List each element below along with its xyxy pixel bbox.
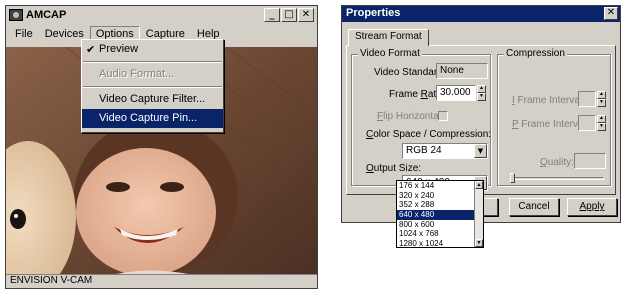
spin-up-icon[interactable]: ▲ bbox=[597, 115, 606, 123]
list-item[interactable]: 320 x 240 bbox=[397, 191, 483, 201]
list-item[interactable]: 176 x 144 bbox=[397, 181, 483, 191]
menu-item-label: Video Capture Pin... bbox=[99, 112, 198, 124]
group-label: Compression bbox=[504, 48, 567, 59]
color-space-label: Color Space / Compression: bbox=[366, 129, 492, 140]
amcap-titlebar[interactable]: AMCAP _ □ ✕ bbox=[6, 6, 317, 25]
color-space-value: RGB 24 bbox=[406, 145, 442, 156]
flip-horizontal-label: Flip Horizontal: bbox=[377, 111, 444, 122]
menu-item-video-capture-pin[interactable]: Video Capture Pin... bbox=[82, 109, 223, 128]
video-format-group: Video Format Video Standard: None Frame … bbox=[351, 48, 492, 191]
options-menu: ✔ Preview Audio Format... Video Capture … bbox=[81, 39, 224, 133]
menu-item-label: Audio Format... bbox=[99, 68, 175, 80]
group-label: Video Format bbox=[358, 48, 422, 59]
i-frame-spinner[interactable]: ▲ ▼ bbox=[597, 91, 606, 107]
camera-icon bbox=[9, 9, 23, 21]
menu-item-video-capture-filter[interactable]: Video Capture Filter... bbox=[82, 90, 223, 109]
quality-value bbox=[574, 153, 606, 169]
output-size-list[interactable]: 176 x 144 320 x 240 352 x 288 640 x 480 800 … bbox=[396, 180, 484, 248]
tab-stream-format[interactable]: Stream Format bbox=[348, 29, 429, 46]
apply-button[interactable]: Apply bbox=[567, 198, 617, 216]
stream-format-panel: Video Format Video Standard: None Frame … bbox=[346, 45, 616, 195]
p-frame-interval-input[interactable] bbox=[578, 115, 596, 131]
list-item[interactable]: 800 x 600 bbox=[397, 220, 483, 230]
flip-horizontal-checkbox[interactable] bbox=[438, 111, 448, 121]
status-bar: ENVISION V-CAM bbox=[6, 274, 317, 288]
spin-down-icon[interactable]: ▼ bbox=[477, 93, 486, 101]
spin-down-icon[interactable]: ▼ bbox=[597, 123, 606, 131]
menu-separator bbox=[83, 61, 222, 63]
window-title: AMCAP bbox=[26, 9, 67, 21]
menu-item-preview[interactable]: ✔ Preview bbox=[82, 40, 223, 59]
p-frame-spinner[interactable]: ▲ ▼ bbox=[597, 115, 606, 131]
video-standard-field: None bbox=[436, 63, 488, 79]
menu-file[interactable]: File bbox=[9, 26, 39, 44]
list-item[interactable]: 1024 x 768 bbox=[397, 229, 483, 239]
scroll-down-icon[interactable]: ▼ bbox=[475, 239, 483, 247]
spin-up-icon[interactable]: ▲ bbox=[477, 85, 486, 93]
list-item[interactable]: 640 x 480 bbox=[397, 210, 483, 220]
check-icon: ✔ bbox=[86, 43, 96, 56]
menu-separator bbox=[83, 86, 222, 88]
frame-rate-input[interactable]: 30.000 bbox=[436, 85, 476, 101]
scroll-up-icon[interactable]: ▲ bbox=[475, 181, 483, 189]
menu-item-label: Preview bbox=[99, 43, 139, 55]
spin-up-icon[interactable]: ▲ bbox=[597, 91, 606, 99]
list-item[interactable]: 352 x 288 bbox=[397, 200, 483, 210]
menu-item-label: Video Capture Filter... bbox=[99, 93, 206, 105]
quality-slider-thumb[interactable] bbox=[510, 173, 515, 183]
apply-label: Apply bbox=[579, 201, 605, 212]
list-scrollbar[interactable]: ▲ ▼ bbox=[474, 181, 483, 247]
dialog-titlebar[interactable]: Properties ✕ bbox=[342, 6, 620, 22]
quality-label: Quality: bbox=[540, 157, 574, 168]
frame-rate-spinner[interactable]: ▲ ▼ bbox=[477, 85, 486, 101]
menu-item-audio-format: Audio Format... bbox=[82, 65, 223, 84]
list-item[interactable]: 1280 x 1024 bbox=[397, 239, 483, 249]
i-frame-interval-input[interactable] bbox=[578, 91, 596, 107]
quality-slider-track bbox=[510, 177, 604, 180]
dialog-close-button[interactable]: ✕ bbox=[604, 7, 618, 20]
close-button[interactable]: ✕ bbox=[298, 8, 314, 22]
chevron-down-icon[interactable]: ▼ bbox=[474, 144, 487, 158]
minimize-button[interactable]: _ bbox=[264, 8, 280, 22]
maximize-button[interactable]: □ bbox=[281, 8, 297, 22]
cancel-button[interactable]: Cancel bbox=[509, 198, 559, 216]
i-frame-interval-label: I Frame Interval: bbox=[512, 95, 585, 106]
device-name: ENVISION V-CAM bbox=[10, 275, 93, 286]
video-standard-label: Video Standard: bbox=[374, 67, 446, 78]
spin-down-icon[interactable]: ▼ bbox=[597, 99, 606, 107]
dialog-title: Properties bbox=[346, 7, 401, 19]
compression-group: Compression I Frame Interval: ▲ ▼ P Fram… bbox=[497, 48, 611, 186]
output-size-label: Output Size: bbox=[366, 163, 422, 174]
color-space-select[interactable]: RGB 24 ▼ bbox=[402, 143, 488, 159]
